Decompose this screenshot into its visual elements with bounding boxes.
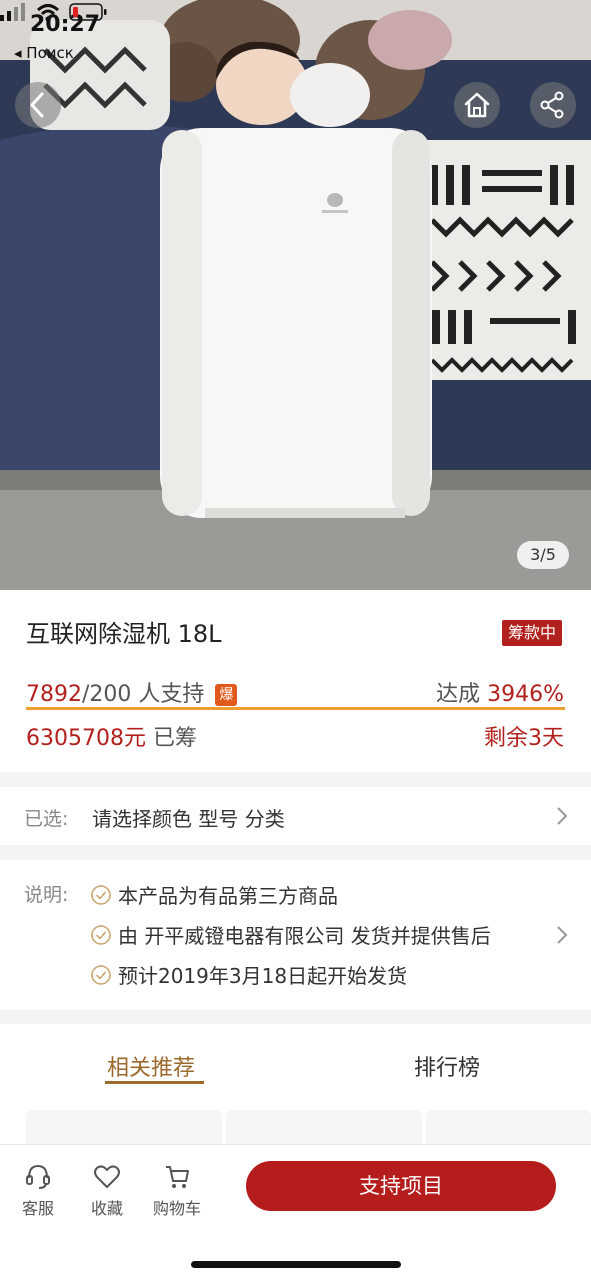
product-image-gallery[interactable]: 20:27 ◂ Поиск 3/5 [0, 0, 591, 590]
headset-icon [26, 1164, 50, 1189]
funding-progress-bar [26, 707, 565, 710]
supporters-count: 7892 [26, 682, 82, 707]
check-circle-icon [91, 965, 111, 985]
bottom-action-bar: 客服 收藏 购物车 支持项目 [0, 1144, 591, 1280]
reached-label: 达成 [436, 682, 481, 707]
supporters-target: /200 人支持 [82, 682, 205, 707]
back-arrow-icon [30, 92, 44, 118]
selected-value: 请选择颜色 型号 分类 [92, 807, 285, 831]
home-icon [464, 92, 490, 118]
selected-label: 已选: [24, 808, 69, 830]
description-text: 本产品为有品第三方商品 [118, 884, 338, 908]
active-tab-indicator [105, 1081, 204, 1084]
variant-selector[interactable]: 已选: 请选择颜色 型号 分类 [0, 787, 591, 845]
cart-label: 购物车 [152, 1199, 201, 1218]
raised-label: 已筹 [152, 726, 197, 751]
back-to-app-link[interactable]: ◂ Поиск [14, 44, 74, 62]
hot-badge: 爆 [215, 684, 238, 706]
description-label: 说明: [24, 884, 69, 906]
customer-service-button[interactable]: 客服 [8, 1161, 68, 1219]
reached-row: 达成 3946% [436, 676, 564, 708]
check-circle-icon [91, 925, 111, 945]
tab-bar: 相关推荐 排行榜 [0, 1024, 591, 1150]
description-text: 预计2019年3月18日起开始发货 [118, 964, 408, 988]
favorite-label: 收藏 [90, 1199, 123, 1218]
chevron-right-icon [557, 807, 568, 825]
raised-amount: 6305708元 [26, 726, 146, 751]
home-indicator [191, 1261, 401, 1268]
share-icon [540, 91, 564, 119]
status-icons [0, 3, 107, 22]
check-circle-icon [91, 885, 111, 905]
battery-icon [69, 3, 107, 21]
funding-progress-fill [26, 707, 565, 710]
status-bar: 20:27 ◂ Поиск [0, 0, 591, 70]
tab-recommended[interactable]: 相关推荐 [107, 1050, 195, 1082]
cart-button[interactable]: 购物车 [147, 1161, 207, 1219]
tab-ranking[interactable]: 排行榜 [414, 1050, 480, 1082]
home-button[interactable] [454, 82, 500, 128]
service-label: 客服 [21, 1199, 54, 1218]
chevron-right-icon [557, 926, 568, 944]
signal-icon [0, 3, 25, 21]
back-button[interactable] [15, 82, 61, 128]
raised-row: 6305708元 已筹 [26, 720, 197, 752]
product-title: 互联网除湿机 18L [26, 620, 222, 648]
support-project-button[interactable]: 支持项目 [246, 1161, 556, 1211]
product-photo [0, 0, 591, 590]
cart-icon [166, 1166, 189, 1188]
wifi-icon [36, 4, 60, 22]
description-section[interactable]: 说明: 本产品为有品第三方商品 由 开平威镫电器有限公司 发货并提供售后 预计2… [0, 860, 591, 1010]
favorite-button[interactable]: 收藏 [77, 1161, 137, 1219]
status-badge: 筹款中 [502, 620, 563, 646]
supporters-row: 7892/200 人支持 爆 [26, 676, 238, 708]
description-text: 由 开平威镫电器有限公司 发货并提供售后 [118, 924, 491, 948]
product-info-section: 互联网除湿机 18L 筹款中 7892/200 人支持 爆 达成 3946% 6… [0, 590, 591, 772]
remaining-time: 剩余3天 [484, 726, 564, 751]
heart-icon [94, 1165, 120, 1188]
reached-percent: 3946% [487, 682, 564, 707]
share-button[interactable] [530, 82, 576, 128]
image-counter: 3/5 [517, 541, 569, 569]
